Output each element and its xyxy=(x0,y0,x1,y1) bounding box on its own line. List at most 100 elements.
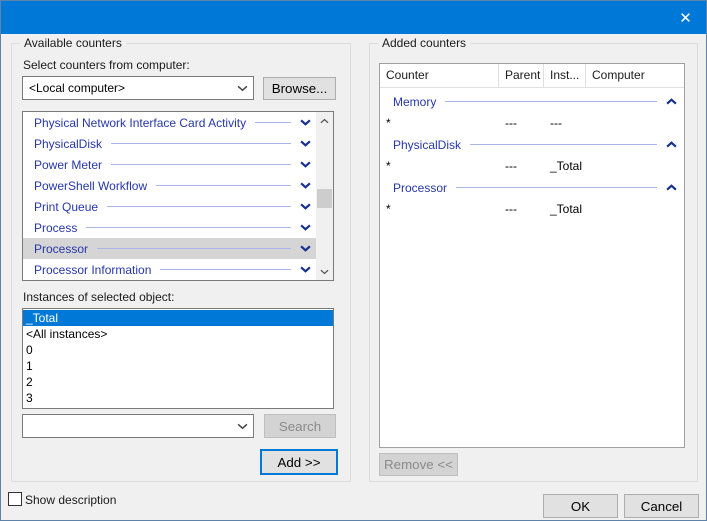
counter-row-selected[interactable]: Processor xyxy=(23,238,316,259)
chevron-down-icon[interactable] xyxy=(300,140,311,147)
cell-counter: * xyxy=(380,112,499,134)
counter-label: Print Queue xyxy=(34,200,98,214)
chevron-up-icon[interactable] xyxy=(666,98,677,105)
scroll-up-icon[interactable] xyxy=(316,112,333,129)
added-counters-table: Counter Parent Inst... Computer Memory *… xyxy=(379,63,685,448)
counter-group-header[interactable]: PhysicalDisk xyxy=(380,134,684,155)
group-name: PhysicalDisk xyxy=(393,138,461,152)
show-description-label[interactable]: Show description xyxy=(25,493,116,507)
divider xyxy=(86,227,291,228)
instance-row[interactable]: 0 xyxy=(23,342,333,358)
counter-label: Processor xyxy=(34,242,88,256)
table-row[interactable]: * --- --- xyxy=(380,112,684,134)
counter-label: Processor Information xyxy=(34,263,151,277)
cell-parent: --- xyxy=(499,155,544,177)
cell-parent: --- xyxy=(499,198,544,220)
counters-list-rows: Physical Network Interface Card Activity… xyxy=(23,112,316,280)
column-header-inst[interactable]: Inst... xyxy=(544,64,586,87)
instance-row[interactable]: 3 xyxy=(23,390,333,406)
counter-row[interactable]: Processor Information xyxy=(23,259,316,280)
divider xyxy=(111,164,291,165)
chevron-down-icon[interactable] xyxy=(300,119,311,126)
instances-list: _Total <All instances> 0 1 2 3 xyxy=(22,308,334,409)
cell-inst: _Total xyxy=(544,155,586,177)
column-header-computer[interactable]: Computer xyxy=(586,64,684,87)
divider xyxy=(160,269,291,270)
divider xyxy=(107,206,291,207)
counter-row[interactable]: Power Meter xyxy=(23,154,316,175)
chevron-up-icon[interactable] xyxy=(666,141,677,148)
cell-computer xyxy=(586,198,684,220)
browse-button[interactable]: Browse... xyxy=(263,77,336,100)
counter-row[interactable]: Process xyxy=(23,217,316,238)
counters-list: Physical Network Interface Card Activity… xyxy=(22,111,334,281)
divider xyxy=(97,248,291,249)
scroll-down-icon[interactable] xyxy=(316,263,333,280)
chevron-up-icon[interactable] xyxy=(666,184,677,191)
table-row[interactable]: * --- _Total xyxy=(380,155,684,177)
chevron-down-icon[interactable] xyxy=(231,423,253,430)
cell-counter: * xyxy=(380,155,499,177)
counter-label: PowerShell Workflow xyxy=(34,179,147,193)
chevron-down-icon[interactable] xyxy=(300,245,311,252)
cell-inst: --- xyxy=(544,112,586,134)
counter-row[interactable]: PhysicalDisk xyxy=(23,133,316,154)
chevron-down-icon[interactable] xyxy=(300,266,311,273)
counter-label: Physical Network Interface Card Activity xyxy=(34,116,246,130)
instance-row[interactable]: <All instances> xyxy=(23,326,333,342)
cell-computer xyxy=(586,112,684,134)
divider xyxy=(445,101,657,102)
close-icon: ✕ xyxy=(679,9,692,27)
table-row[interactable]: * --- _Total xyxy=(380,198,684,220)
chevron-down-icon[interactable] xyxy=(300,161,311,168)
divider xyxy=(456,187,657,188)
computer-combo[interactable]: <Local computer> xyxy=(22,76,254,100)
instance-row[interactable]: 2 xyxy=(23,374,333,390)
show-description-checkbox[interactable] xyxy=(8,492,22,506)
table-body: Memory * --- --- PhysicalDisk * --- _Tot… xyxy=(380,88,684,220)
ok-button[interactable]: OK xyxy=(543,494,618,518)
group-name: Processor xyxy=(393,181,447,195)
chevron-down-icon[interactable] xyxy=(231,85,253,92)
search-button[interactable]: Search xyxy=(264,414,336,438)
chevron-down-icon[interactable] xyxy=(300,182,311,189)
counter-label: Power Meter xyxy=(34,158,102,172)
counter-group-header[interactable]: Memory xyxy=(380,91,684,112)
chevron-down-icon[interactable] xyxy=(300,224,311,231)
group-name: Memory xyxy=(393,95,436,109)
title-bar: ✕ xyxy=(1,1,707,34)
cell-inst: _Total xyxy=(544,198,586,220)
search-combo[interactable] xyxy=(22,414,254,438)
available-counters-label: Available counters xyxy=(20,36,126,50)
counter-row[interactable]: Physical Network Interface Card Activity xyxy=(23,112,316,133)
scrollbar[interactable] xyxy=(316,112,333,280)
divider xyxy=(111,143,291,144)
cell-counter: * xyxy=(380,198,499,220)
table-header: Counter Parent Inst... Computer xyxy=(380,64,684,88)
instances-label: Instances of selected object: xyxy=(23,290,174,304)
counter-label: PhysicalDisk xyxy=(34,137,102,151)
counter-group-header[interactable]: Processor xyxy=(380,177,684,198)
select-counters-label: Select counters from computer: xyxy=(23,58,190,72)
counter-label: Process xyxy=(34,221,77,235)
added-counters-label: Added counters xyxy=(378,36,470,50)
divider xyxy=(470,144,657,145)
chevron-down-icon[interactable] xyxy=(300,203,311,210)
cell-computer xyxy=(586,155,684,177)
computer-combo-value: <Local computer> xyxy=(23,81,231,95)
cancel-button[interactable]: Cancel xyxy=(624,494,699,518)
instance-row[interactable]: 1 xyxy=(23,358,333,374)
add-counters-dialog: ✕ Available counters Select counters fro… xyxy=(0,0,707,521)
cell-parent: --- xyxy=(499,112,544,134)
column-header-counter[interactable]: Counter xyxy=(380,64,499,87)
column-header-parent[interactable]: Parent xyxy=(499,64,544,87)
add-button[interactable]: Add >> xyxy=(260,449,338,475)
counter-row[interactable]: Print Queue xyxy=(23,196,316,217)
divider xyxy=(156,185,291,186)
scrollbar-thumb[interactable] xyxy=(317,189,332,208)
remove-button[interactable]: Remove << xyxy=(379,453,458,476)
counter-row[interactable]: PowerShell Workflow xyxy=(23,175,316,196)
close-button[interactable]: ✕ xyxy=(663,1,707,34)
instance-row-selected[interactable]: _Total xyxy=(23,310,333,326)
divider xyxy=(255,122,291,123)
